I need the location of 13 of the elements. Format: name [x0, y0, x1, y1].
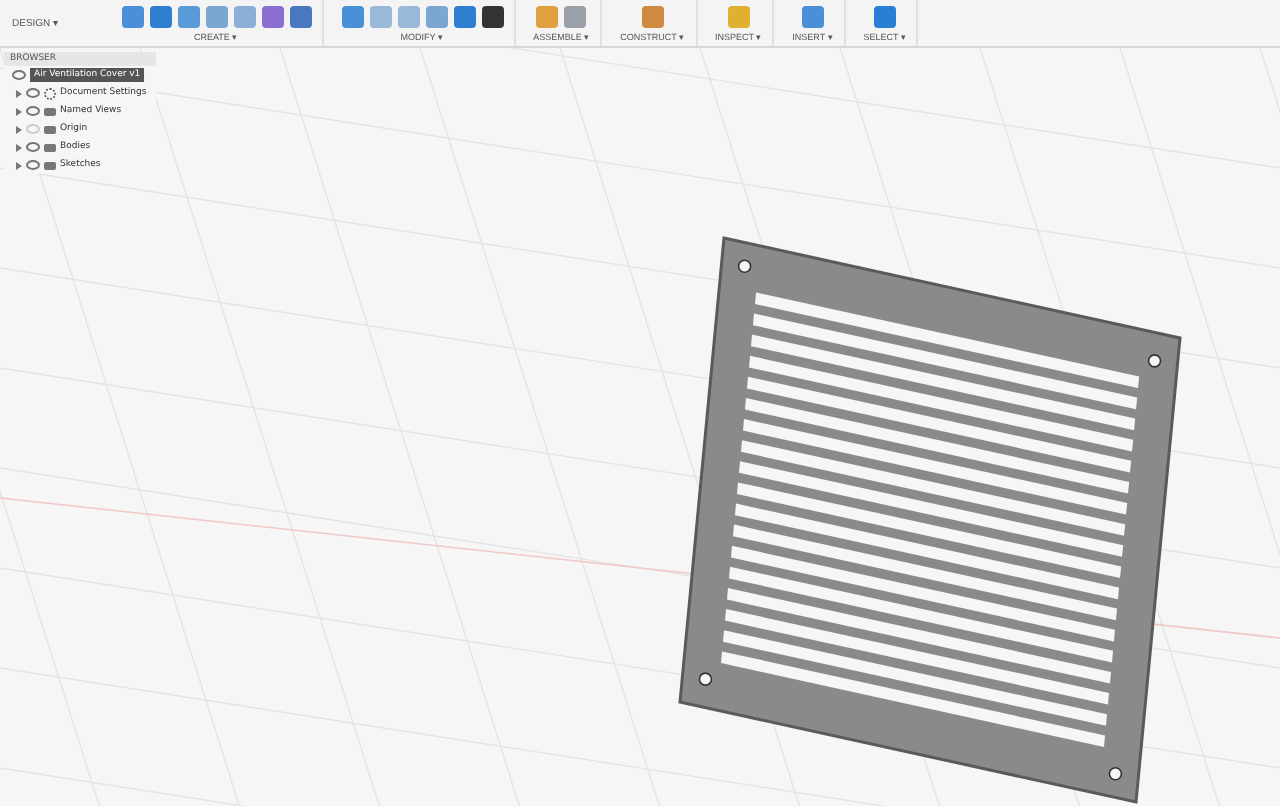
gear-icon [44, 87, 56, 99]
eye-icon[interactable] [26, 142, 40, 152]
eye-icon[interactable] [12, 70, 26, 80]
eye-icon[interactable] [26, 106, 40, 116]
eye-icon[interactable] [26, 88, 40, 98]
expand-icon[interactable] [16, 107, 22, 115]
expand-icon[interactable] [16, 89, 22, 97]
expand-icon[interactable] [16, 143, 22, 151]
eye-icon[interactable] [26, 160, 40, 170]
expand-icon[interactable] [16, 161, 22, 169]
tool-icon[interactable] [481, 5, 504, 27]
vent-plate-drawing[interactable] [678, 236, 1182, 804]
expand-icon[interactable] [16, 125, 22, 133]
